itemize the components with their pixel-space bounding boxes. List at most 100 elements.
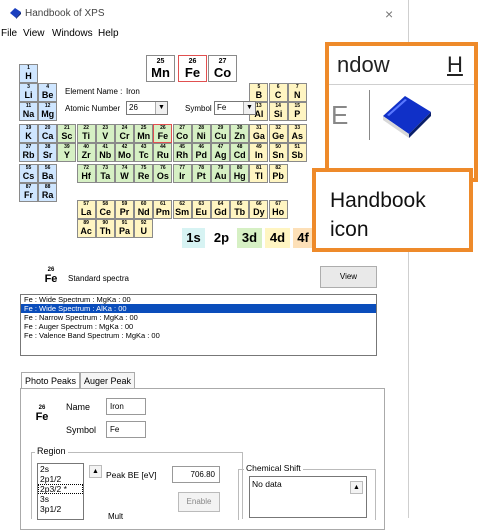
element-pt[interactable]: 78 Pt: [191, 164, 211, 183]
element-ag[interactable]: 47 Ag: [211, 143, 230, 162]
element-zn[interactable]: 30 Zn: [230, 124, 250, 143]
handbook-book-icon[interactable]: [379, 92, 435, 140]
element-ce[interactable]: 58 Ce: [95, 200, 115, 219]
element-in[interactable]: 49 In: [249, 143, 269, 162]
region-list-item[interactable]: 2p3/2 *: [38, 484, 83, 494]
menu-file[interactable]: File: [1, 28, 17, 39]
element-sr[interactable]: 38 Sr: [38, 143, 58, 162]
element-ra[interactable]: 88 Ra: [38, 183, 58, 202]
element-cu[interactable]: 29 Cu: [211, 124, 230, 143]
element-k[interactable]: 19 K: [19, 124, 38, 143]
element-u[interactable]: 92 U: [134, 219, 154, 238]
element-si[interactable]: 14 Si: [268, 102, 288, 121]
element-rh[interactable]: 45 Rh: [172, 143, 192, 162]
element-ir[interactable]: 77 Ir: [172, 164, 192, 183]
element-w[interactable]: 74 W: [115, 164, 134, 183]
element-ni[interactable]: 28 Ni: [191, 124, 211, 143]
element-be[interactable]: 4 Be: [38, 83, 58, 102]
element-ti[interactable]: 22 Ti: [76, 124, 96, 143]
atomic-number-combo[interactable]: 26 ▼: [126, 101, 168, 115]
element-mo[interactable]: 42 Mo: [115, 143, 134, 162]
element-nb[interactable]: 41 Nb: [95, 143, 115, 162]
spectra-list-item[interactable]: Fe : Wide Spectrum : AlKa : 00: [21, 304, 376, 313]
element-dy[interactable]: 66 Dy: [249, 200, 269, 219]
element-zr[interactable]: 40 Zr: [76, 143, 96, 162]
region-list-item[interactable]: 3p1/2: [38, 504, 83, 514]
element-ca[interactable]: 20 Ca: [38, 124, 58, 143]
element-nd[interactable]: 60 Nd: [134, 200, 154, 219]
element-ta[interactable]: 73 Ta: [95, 164, 115, 183]
region-list-item[interactable]: 2s: [38, 464, 83, 474]
element-tb[interactable]: 65 Tb: [230, 200, 250, 219]
menu-windows[interactable]: Windows: [52, 28, 93, 39]
menu-view[interactable]: View: [23, 28, 45, 39]
region-list-item[interactable]: 2p1/2: [38, 474, 83, 484]
orbital-2p[interactable]: 2p: [209, 228, 234, 248]
element-eu[interactable]: 63 Eu: [191, 200, 211, 219]
scroll-up-icon-2[interactable]: ▲: [350, 481, 363, 494]
region-list[interactable]: 2s 2p1/2 2p3/2 * 3s 3p1/2: [37, 463, 84, 520]
element-au[interactable]: 79 Au: [211, 164, 230, 183]
element-ru[interactable]: 44 Ru: [153, 143, 173, 162]
element-pr[interactable]: 59 Pr: [115, 200, 134, 219]
element-fr[interactable]: 87 Fr: [19, 183, 38, 202]
element-rb[interactable]: 37 Rb: [19, 143, 38, 162]
element-mg[interactable]: 12 Mg: [38, 102, 58, 121]
spectra-list-item[interactable]: Fe : Wide Spectrum : MgKa : 00: [21, 295, 376, 304]
element-sn[interactable]: 50 Sn: [268, 143, 288, 162]
tab-photo-peaks[interactable]: Photo Peaks: [21, 372, 81, 389]
element-ga[interactable]: 31 Ga: [249, 124, 269, 143]
spectra-list[interactable]: Fe : Wide Spectrum : MgKa : 00 Fe : Wide …: [20, 294, 377, 356]
element-cs[interactable]: 55 Cs: [19, 164, 38, 183]
element-h[interactable]: 1H: [19, 64, 38, 83]
spectra-list-item[interactable]: Fe : Valence Band Spectrum : MgKa : 00: [21, 331, 376, 340]
element-na[interactable]: 11 Na: [19, 102, 38, 121]
element-pd[interactable]: 46 Pd: [191, 143, 211, 162]
element-sb[interactable]: 51 Sb: [287, 143, 307, 162]
element-as[interactable]: 33 As: [287, 124, 307, 143]
symbol-combo[interactable]: Fe ▼: [214, 101, 256, 115]
element-th[interactable]: 90 Th: [95, 219, 115, 238]
element-mn[interactable]: 25 Mn: [134, 124, 154, 143]
element-v[interactable]: 23 V: [95, 124, 115, 143]
orbital-1s[interactable]: 1s: [182, 228, 205, 248]
menu-help[interactable]: Help: [98, 28, 119, 39]
element-co[interactable]: 27 Co: [172, 124, 192, 143]
close-icon[interactable]: ×: [385, 6, 393, 22]
element-n[interactable]: 7N: [287, 83, 307, 102]
element-p[interactable]: 15 P: [287, 102, 307, 121]
element-hf[interactable]: 72 Hf: [76, 164, 96, 183]
enable-button[interactable]: Enable: [178, 492, 220, 512]
element-c[interactable]: 6C: [268, 83, 288, 102]
element-cr[interactable]: 24 Cr: [115, 124, 134, 143]
scroll-up-icon[interactable]: ▲: [89, 465, 102, 478]
element-ba[interactable]: 56 Ba: [38, 164, 58, 183]
view-button[interactable]: View: [320, 266, 377, 288]
element-cd[interactable]: 48 Cd: [230, 143, 250, 162]
element-sm[interactable]: 62 Sm: [172, 200, 192, 219]
element-tl[interactable]: 81 Tl: [249, 164, 269, 183]
name-field[interactable]: Iron: [106, 398, 146, 415]
orbital-4f[interactable]: 4f: [293, 228, 313, 248]
element-y[interactable]: 39 Y: [57, 143, 77, 162]
symbol-field[interactable]: Fe: [106, 421, 146, 438]
element-ho[interactable]: 67 Ho: [268, 200, 288, 219]
peak-be-field[interactable]: 706.80: [172, 466, 220, 483]
element-hg[interactable]: 80 Hg: [230, 164, 250, 183]
region-list-item[interactable]: 3s: [38, 494, 83, 504]
spectra-list-item[interactable]: Fe : Narrow Spectrum : MgKa : 00: [21, 313, 376, 322]
orbital-3d[interactable]: 3d: [237, 228, 262, 248]
element-gd[interactable]: 64 Gd: [211, 200, 230, 219]
element-os[interactable]: 76 Os: [153, 164, 173, 183]
element-li[interactable]: 3 Li: [19, 83, 38, 102]
element-pb[interactable]: 82 Pb: [268, 164, 288, 183]
element-b[interactable]: 5B: [249, 83, 269, 102]
tab-auger-peak[interactable]: Auger Peak: [80, 372, 136, 389]
element-la[interactable]: 57 La: [76, 200, 96, 219]
orbital-4d[interactable]: 4d: [265, 228, 290, 248]
element-pa[interactable]: 91 Pa: [115, 219, 134, 238]
element-fe[interactable]: 26 Fe: [153, 124, 173, 143]
element-ge[interactable]: 32 Ge: [268, 124, 288, 143]
element-sc[interactable]: 21 Sc: [57, 124, 77, 143]
spectra-list-item[interactable]: Fe : Auger Spectrum : MgKa : 00: [21, 322, 376, 331]
